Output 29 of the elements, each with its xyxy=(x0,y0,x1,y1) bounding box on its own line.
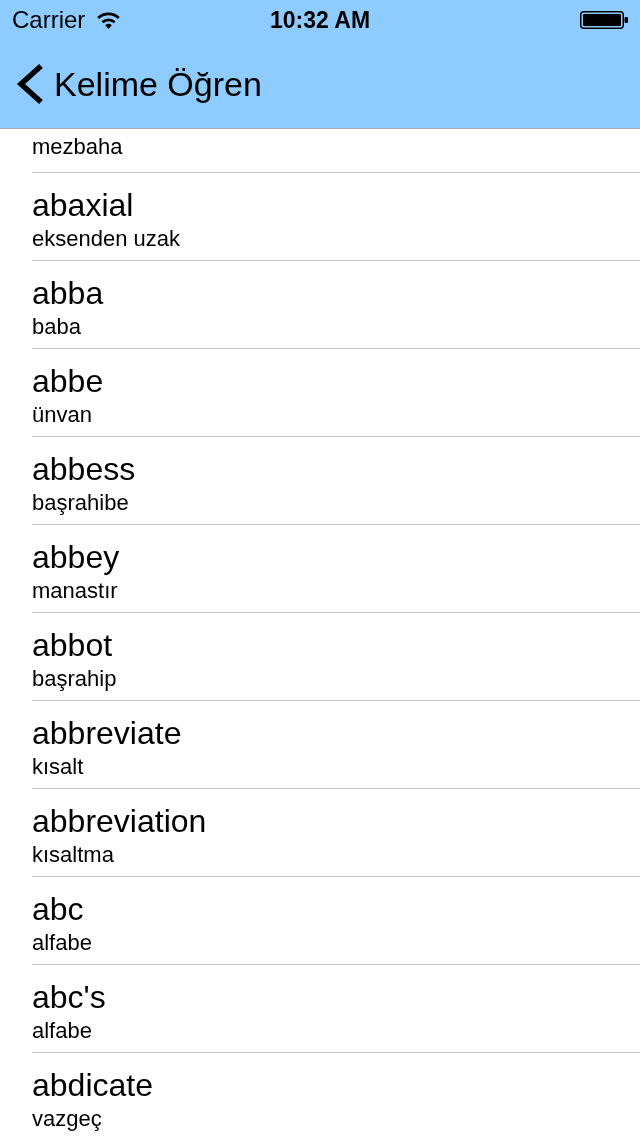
back-button[interactable]: Kelime Öğren xyxy=(16,63,262,105)
word-meaning: başrahip xyxy=(32,665,117,693)
word-meaning: alfabe xyxy=(32,1017,92,1045)
word-meaning: başrahibe xyxy=(32,489,129,517)
word-title: abaxial xyxy=(32,187,134,224)
word-title: abbe xyxy=(32,363,104,400)
word-meaning: kısaltma xyxy=(32,841,114,869)
word-title: abc's xyxy=(32,979,106,1016)
wifi-icon xyxy=(96,11,122,29)
word-meaning: mezbaha xyxy=(32,133,123,161)
word-meaning: manastır xyxy=(32,577,118,605)
word-title: abbreviation xyxy=(32,803,207,840)
word-meaning: baba xyxy=(32,313,81,341)
word-title: abbreviate xyxy=(32,715,182,752)
word-title: abbey xyxy=(32,539,120,576)
word-title: abc xyxy=(32,891,84,928)
word-title: abba xyxy=(32,275,104,312)
word-meaning: kısalt xyxy=(32,753,84,781)
word-meaning: eksenden uzak xyxy=(32,225,180,253)
word-meaning: vazgeç xyxy=(32,1105,102,1133)
word-title: abbess xyxy=(32,451,136,488)
status-time: 10:32 AM xyxy=(269,6,371,34)
carrier-name: Carrier xyxy=(12,6,86,34)
word-title: abbot xyxy=(32,627,113,664)
word-title: abdicate xyxy=(32,1067,153,1104)
word-meaning: alfabe xyxy=(32,929,92,957)
word-meaning: ünvan xyxy=(32,401,92,429)
chevron-left-icon xyxy=(16,63,44,105)
battery-icon xyxy=(580,11,628,29)
